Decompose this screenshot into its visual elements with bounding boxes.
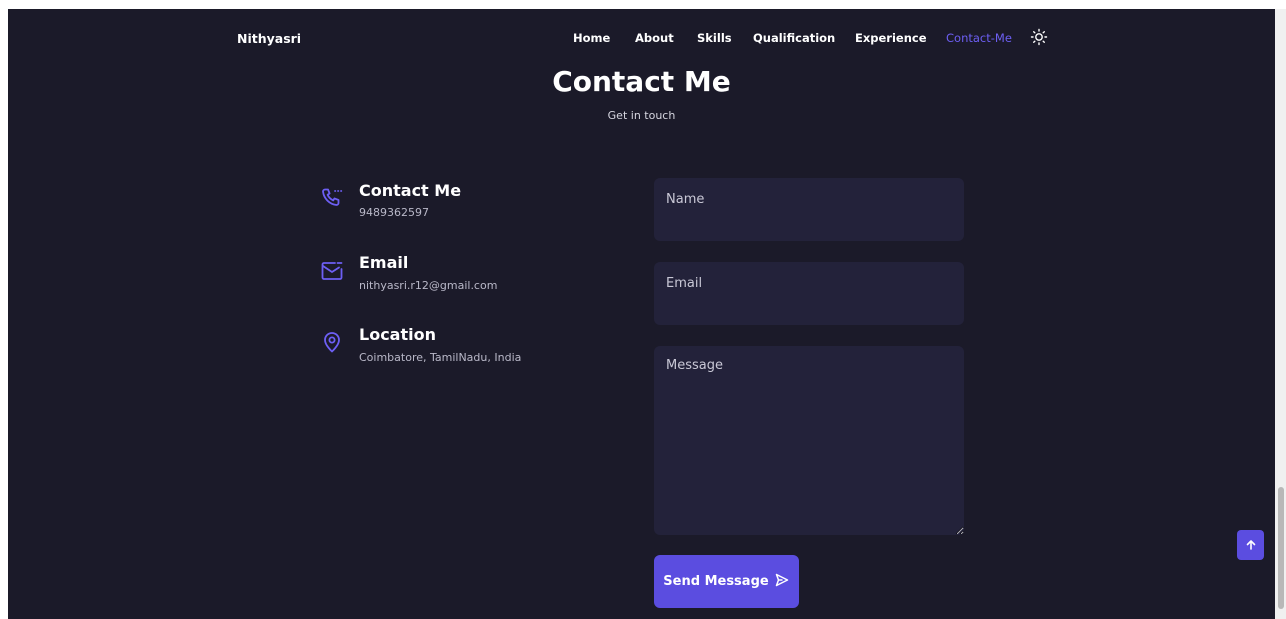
send-icon: [774, 572, 790, 592]
contact-email-title: Email: [359, 253, 409, 272]
nav-skills[interactable]: Skills: [697, 31, 732, 45]
nav-home[interactable]: Home: [573, 31, 610, 45]
contact-phone-value: 9489362597: [359, 206, 429, 219]
scrollbar-thumb[interactable]: [1278, 487, 1284, 609]
brand-logo[interactable]: Nithyasri: [237, 31, 301, 46]
phone-icon: [320, 186, 344, 210]
contact-location-title: Location: [359, 325, 436, 344]
arrow-up-icon: [1245, 536, 1257, 555]
nav-contact-me[interactable]: Contact-Me: [946, 31, 1012, 45]
email-input[interactable]: [654, 262, 964, 325]
nav-experience[interactable]: Experience: [855, 31, 927, 45]
contact-location-value: Coimbatore, TamilNadu, India: [359, 351, 522, 364]
name-input[interactable]: [654, 178, 964, 241]
send-message-button[interactable]: Send Message: [654, 555, 799, 608]
page-subtitle: Get in touch: [607, 109, 676, 122]
contact-phone-title: Contact Me: [359, 181, 462, 200]
nav-qualification[interactable]: Qualification: [753, 31, 835, 45]
location-pin-icon: [320, 330, 344, 354]
page-title: Contact Me: [552, 65, 731, 98]
contact-email-value: nithyasri.r12@gmail.com: [359, 279, 498, 292]
send-message-label: Send Message: [663, 574, 769, 589]
nav-about[interactable]: About: [635, 31, 674, 45]
page-viewport: Nithyasri Home About Skills Qualificatio…: [8, 9, 1275, 619]
mail-icon: [320, 259, 344, 283]
message-textarea[interactable]: [654, 346, 964, 535]
scroll-up-button[interactable]: [1237, 530, 1264, 560]
sun-icon[interactable]: [1030, 28, 1048, 46]
